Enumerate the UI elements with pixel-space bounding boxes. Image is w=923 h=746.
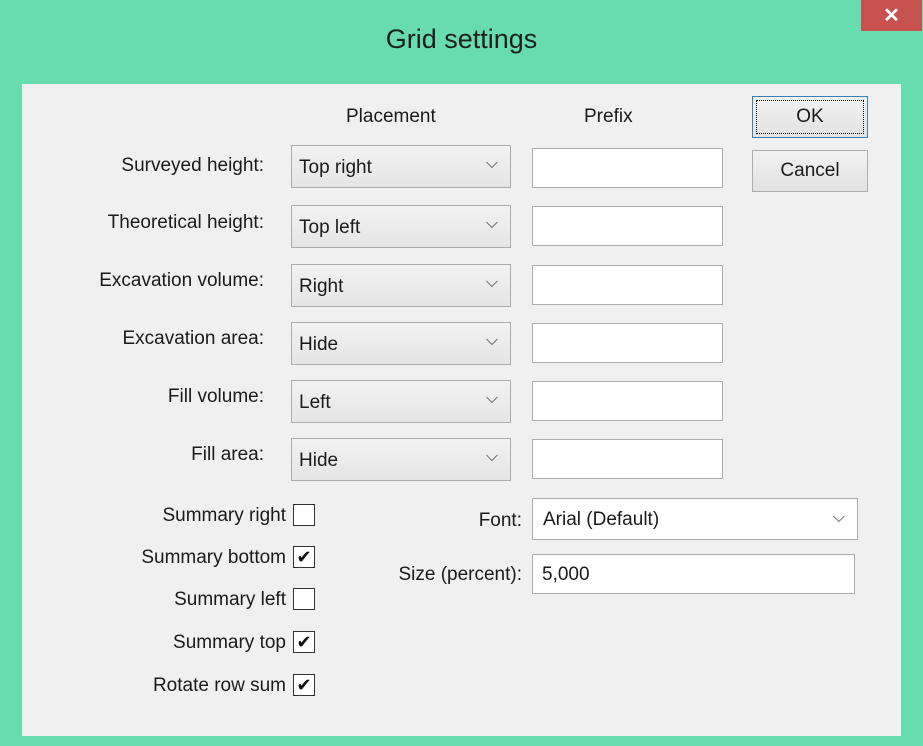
checkmark-icon: ✔	[296, 632, 312, 652]
chevron-down-icon: ⌵	[485, 448, 498, 465]
grid-settings-dialog: Grid settings ✕ Placement Prefix Surveye…	[0, 0, 923, 746]
cancel-button[interactable]: Cancel	[752, 150, 868, 192]
rotate-row-sum-checkbox[interactable]: ✔	[293, 674, 315, 696]
chevron-down-icon: ⌵	[485, 155, 498, 172]
size-percent-value: 5,000	[542, 564, 590, 585]
summary-right-label: Summary right	[162, 505, 286, 526]
fill-volume-prefix-input[interactable]	[532, 381, 723, 421]
combo-value: Right	[299, 276, 344, 297]
chevron-down-icon: ⌵	[485, 390, 498, 407]
surveyed-height-prefix-input[interactable]	[532, 148, 723, 188]
summary-bottom-label: Summary bottom	[141, 547, 286, 568]
title-bar[interactable]: Grid settings ✕	[0, 0, 923, 84]
excavation-area-placement-select[interactable]: Hide ⌵	[291, 322, 511, 365]
excavation-area-prefix-input[interactable]	[532, 323, 723, 363]
combo-value: Hide	[299, 450, 339, 471]
fill-area-label: Fill area:	[191, 444, 264, 465]
chevron-down-icon: ⌵	[832, 509, 845, 526]
checkmark-icon: ✔	[296, 547, 312, 567]
prefix-column-header: Prefix	[584, 106, 633, 127]
summary-left-checkbox[interactable]	[293, 588, 315, 610]
size-percent-input[interactable]: 5,000	[532, 554, 855, 594]
placement-column-header: Placement	[346, 106, 436, 127]
checkmark-icon: ✔	[296, 675, 312, 695]
theoretical-height-placement-select[interactable]: Top left ⌵	[291, 205, 511, 248]
combo-value: Left	[299, 392, 331, 413]
chevron-down-icon: ⌵	[485, 332, 498, 349]
summary-top-checkbox[interactable]: ✔	[293, 631, 315, 653]
excavation-area-label: Excavation area:	[122, 328, 264, 349]
theoretical-height-label: Theoretical height:	[107, 212, 264, 233]
combo-value: Hide	[299, 334, 339, 355]
surveyed-height-placement-select[interactable]: Top right ⌵	[291, 145, 511, 188]
fill-volume-placement-select[interactable]: Left ⌵	[291, 380, 511, 423]
summary-left-label: Summary left	[174, 589, 286, 610]
excavation-volume-prefix-input[interactable]	[532, 265, 723, 305]
font-select[interactable]: Arial (Default) ⌵	[532, 498, 858, 540]
font-select-value: Arial (Default)	[543, 509, 660, 530]
fill-volume-label: Fill volume:	[167, 386, 264, 407]
combo-value: Top right	[299, 157, 372, 178]
excavation-volume-label: Excavation volume:	[99, 270, 264, 291]
focus-rectangle	[756, 100, 864, 134]
theoretical-height-prefix-input[interactable]	[532, 206, 723, 246]
window-title: Grid settings	[385, 24, 538, 54]
ok-button[interactable]: OK	[752, 96, 868, 138]
chevron-down-icon: ⌵	[485, 215, 498, 232]
font-label: Font:	[478, 510, 522, 531]
summary-top-label: Summary top	[173, 632, 286, 653]
summary-bottom-checkbox[interactable]: ✔	[293, 546, 315, 568]
close-icon: ✕	[883, 5, 900, 27]
rotate-row-sum-label: Rotate row sum	[152, 675, 286, 696]
summary-right-checkbox[interactable]	[293, 504, 315, 526]
cancel-button-label: Cancel	[780, 160, 840, 181]
excavation-volume-placement-select[interactable]: Right ⌵	[291, 264, 511, 307]
chevron-down-icon: ⌵	[485, 274, 498, 291]
combo-value: Top left	[299, 217, 361, 238]
fill-area-prefix-input[interactable]	[532, 439, 723, 479]
size-percent-label: Size (percent):	[398, 564, 522, 585]
surveyed-height-label: Surveyed height:	[121, 155, 264, 176]
fill-area-placement-select[interactable]: Hide ⌵	[291, 438, 511, 481]
close-button[interactable]: ✕	[861, 0, 922, 31]
dialog-body: Placement Prefix Surveyed height: Top ri…	[22, 84, 901, 736]
